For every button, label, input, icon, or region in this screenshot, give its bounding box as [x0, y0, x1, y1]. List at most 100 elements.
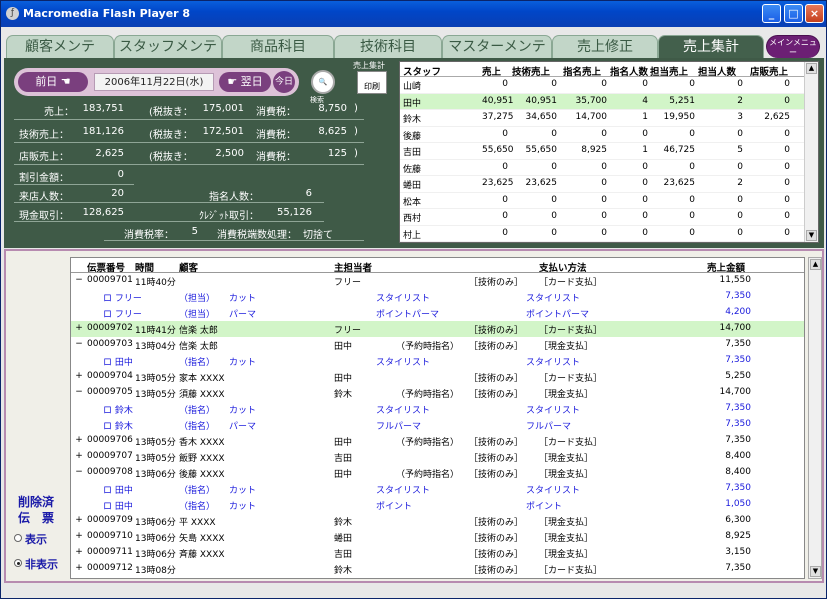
staff-cell: 0 — [551, 211, 557, 221]
staff-cell: 0 — [737, 79, 743, 89]
expand-toggle[interactable]: − — [75, 275, 83, 285]
expand-toggle[interactable]: + — [75, 371, 83, 381]
scroll-down-icon[interactable]: ▼ — [810, 566, 821, 577]
slip-row[interactable]: −00009705 13時05分 須藤 XXXX 鈴木 （予約時指名） ［技術のみ］ ［現金… — [71, 385, 804, 401]
expand-toggle[interactable]: − — [75, 467, 83, 477]
customer-name: 香木 XXXX — [179, 438, 225, 448]
slip-detail-row[interactable]: ロ 田中 （指名） カット スタイリスト スタイリスト 7,350 — [71, 481, 804, 497]
customer-name: 須藤 XXXX — [179, 390, 225, 400]
slip-detail-row[interactable]: ロ 田中 （指名） カット スタイリスト スタイリスト 7,350 — [71, 353, 804, 369]
expand-toggle[interactable]: − — [75, 387, 83, 397]
tab-staff[interactable]: スタッフメンテ — [114, 35, 222, 58]
col-customer: 顧客 — [179, 263, 199, 274]
slip-row[interactable]: −00009703 13時04分 信楽 太郎 田中 （予約時指名） ［技術のみ］ ［現金支払… — [71, 337, 804, 353]
staff-cell: 0 — [502, 79, 508, 89]
staff-row[interactable]: 蜷田 23,625 23,625 0 0 23,625 2 0 — [400, 176, 818, 193]
divider — [104, 240, 364, 241]
close-button[interactable]: × — [805, 4, 824, 23]
main-staff: 田中 — [334, 342, 353, 352]
expand-toggle[interactable]: + — [75, 563, 83, 573]
tab-sales-summary[interactable]: 売上集計 — [658, 35, 764, 58]
slip-scrollbar[interactable]: ▲ ▼ — [808, 257, 822, 579]
staff-row[interactable]: 田中 40,951 40,951 35,700 4 5,251 2 0 — [400, 93, 818, 110]
slip-row[interactable]: +00009710 13時06分 矢島 XXXX 蜷田 ［技術のみ］ ［現金支払］ 8,92… — [71, 529, 804, 545]
deleted-slips-panel: 削除済 伝 票 表示 非表示 — [8, 253, 70, 579]
search-button[interactable]: 🔍 — [311, 70, 335, 94]
amount: 14,700 — [719, 387, 752, 397]
expand-toggle[interactable]: − — [75, 339, 83, 349]
staff-cell: 0 — [737, 227, 743, 238]
expand-toggle[interactable]: + — [75, 531, 83, 541]
slip-row[interactable]: +00009702 11時41分 信楽 太郎 フリー ［技術のみ］ ［カード支払］ 14,7… — [71, 321, 804, 337]
scroll-up-icon[interactable]: ▲ — [806, 63, 817, 74]
today-button[interactable]: 今日 — [273, 71, 295, 93]
slip-row[interactable]: +00009711 13時06分 斉藤 XXXX 吉田 ［技術のみ］ ［現金支払］ 3,15… — [71, 545, 804, 561]
minimize-button[interactable]: _ — [762, 4, 781, 23]
credit-value: 55,126 — [277, 207, 312, 218]
customer-name: 矢島 XXXX — [179, 534, 225, 544]
maximize-button[interactable]: □ — [784, 4, 803, 23]
tab-master[interactable]: マスターメンテ — [442, 35, 552, 58]
slip-time: 13時08分 — [135, 566, 176, 576]
slip-row[interactable]: +00009709 13時06分平 XXXX 鈴木 ［技術のみ］ ［現金支払］ 6,300 — [71, 513, 804, 529]
staff-row[interactable]: 松本 0 0 0 0 0 0 0 — [400, 193, 818, 209]
discount-value: 0 — [117, 169, 124, 180]
staff-cell: 佐藤 — [403, 164, 422, 175]
staff-row[interactable]: 西村 0 0 0 0 0 0 0 — [400, 209, 818, 226]
staff-cell: 0 — [551, 194, 557, 205]
slip-row[interactable]: −00009701 11時40分 フリー ［技術のみ］ ［カード支払］ 11,550 — [71, 273, 804, 289]
slip-row[interactable]: −00009708 13時06分 後藤 XXXX 田中 （予約時指名） ［技術のみ］ ［現金… — [71, 465, 804, 481]
staff-row[interactable]: 後藤 0 0 0 0 0 0 0 — [400, 127, 818, 143]
detail-staff: ロ フリー — [103, 294, 142, 304]
slip-table-body: −00009701 11時40分 フリー ［技術のみ］ ［カード支払］ 11,550 ロ フ… — [71, 273, 804, 577]
staff-cell: 14,700 — [575, 112, 608, 122]
tab-tech[interactable]: 技術科目 — [334, 35, 442, 58]
staff-cell: 3 — [737, 112, 743, 122]
col-payment: 支払い方法 — [539, 263, 587, 274]
slip-detail-row[interactable]: ロ 田中 （指名） カット ポイント ポイント 1,050 — [71, 497, 804, 513]
detail-staff: ロ 田中 — [103, 486, 133, 496]
slip-detail-row[interactable]: ロ 鈴木 （指名） カット スタイリスト スタイリスト 7,350 — [71, 401, 804, 417]
staff-row[interactable]: 山崎 0 0 0 0 0 0 0 — [400, 77, 818, 94]
scroll-down-icon[interactable]: ▼ — [806, 230, 817, 241]
tech-type: ［技術のみ］ — [469, 342, 524, 352]
slip-time: 13時06分 — [135, 550, 176, 560]
slip-number: 00009707 — [87, 451, 133, 461]
next-day-button[interactable]: ☛ 翌日 — [219, 72, 271, 92]
staff-cell: 34,650 — [525, 112, 558, 122]
print-button[interactable]: 印刷 — [357, 71, 387, 94]
staff-scrollbar[interactable]: ▲ ▼ — [804, 62, 818, 242]
taxrate-label: 消費税率： — [124, 230, 174, 241]
expand-toggle[interactable]: + — [75, 547, 83, 557]
expand-toggle[interactable]: + — [75, 451, 83, 461]
staff-row[interactable]: 村上 0 0 0 0 0 0 0 — [400, 226, 818, 242]
staff-cell: 4 — [642, 95, 648, 106]
detail-role: （担当） — [179, 294, 216, 304]
prev-day-button[interactable]: 前日 ☚ — [18, 72, 88, 92]
slip-detail-row[interactable]: ロ フリー （担当） カット スタイリスト スタイリスト 7,350 — [71, 289, 804, 305]
main-staff: 鈴木 — [334, 566, 353, 576]
staff-row[interactable]: 鈴木 37,275 34,650 14,700 1 19,950 3 2,625 — [400, 110, 818, 127]
tab-sales-edit[interactable]: 売上修正 — [552, 35, 658, 58]
hide-radio[interactable] — [14, 559, 22, 567]
expand-toggle[interactable]: + — [75, 435, 83, 445]
slip-row[interactable]: +00009712 13時08分 鈴木 ［技術のみ］ ［カード支払］ 7,350 — [71, 561, 804, 577]
tech-type: ［技術のみ］ — [469, 438, 524, 448]
slip-row[interactable]: +00009704 13時05分 家本 XXXX 田中 ［技術のみ］ ［カード支払］ 5,2… — [71, 369, 804, 385]
staff-row[interactable]: 佐藤 0 0 0 0 0 0 0 — [400, 160, 818, 176]
scroll-up-icon[interactable]: ▲ — [810, 259, 821, 270]
main-menu-button[interactable]: メインメニュー — [766, 35, 820, 58]
slip-detail-row[interactable]: ロ 鈴木 （指名） パーマ フルパーマ フルパーマ 7,350 — [71, 417, 804, 433]
show-radio[interactable] — [14, 534, 22, 542]
main-staff: フリー — [334, 278, 362, 288]
tab-customer[interactable]: 顧客メンテ — [6, 35, 114, 58]
nominated-label: 指名人数： — [209, 192, 259, 203]
tab-products[interactable]: 商品科目 — [222, 35, 334, 58]
staff-cell: 0 — [601, 227, 607, 238]
staff-row[interactable]: 吉田 55,650 55,650 8,925 1 46,725 5 0 — [400, 143, 818, 160]
expand-toggle[interactable]: + — [75, 515, 83, 525]
slip-row[interactable]: +00009706 13時05分 香木 XXXX 田中 （予約時指名） ［技術のみ］ ［カー… — [71, 433, 804, 449]
expand-toggle[interactable]: + — [75, 323, 83, 333]
slip-row[interactable]: +00009707 13時05分 飯野 XXXX 吉田 ［技術のみ］ ［現金支払］ 8,40… — [71, 449, 804, 465]
slip-detail-row[interactable]: ロ フリー （担当） パーマ ポイントパーマ ポイントパーマ 4,200 — [71, 305, 804, 321]
